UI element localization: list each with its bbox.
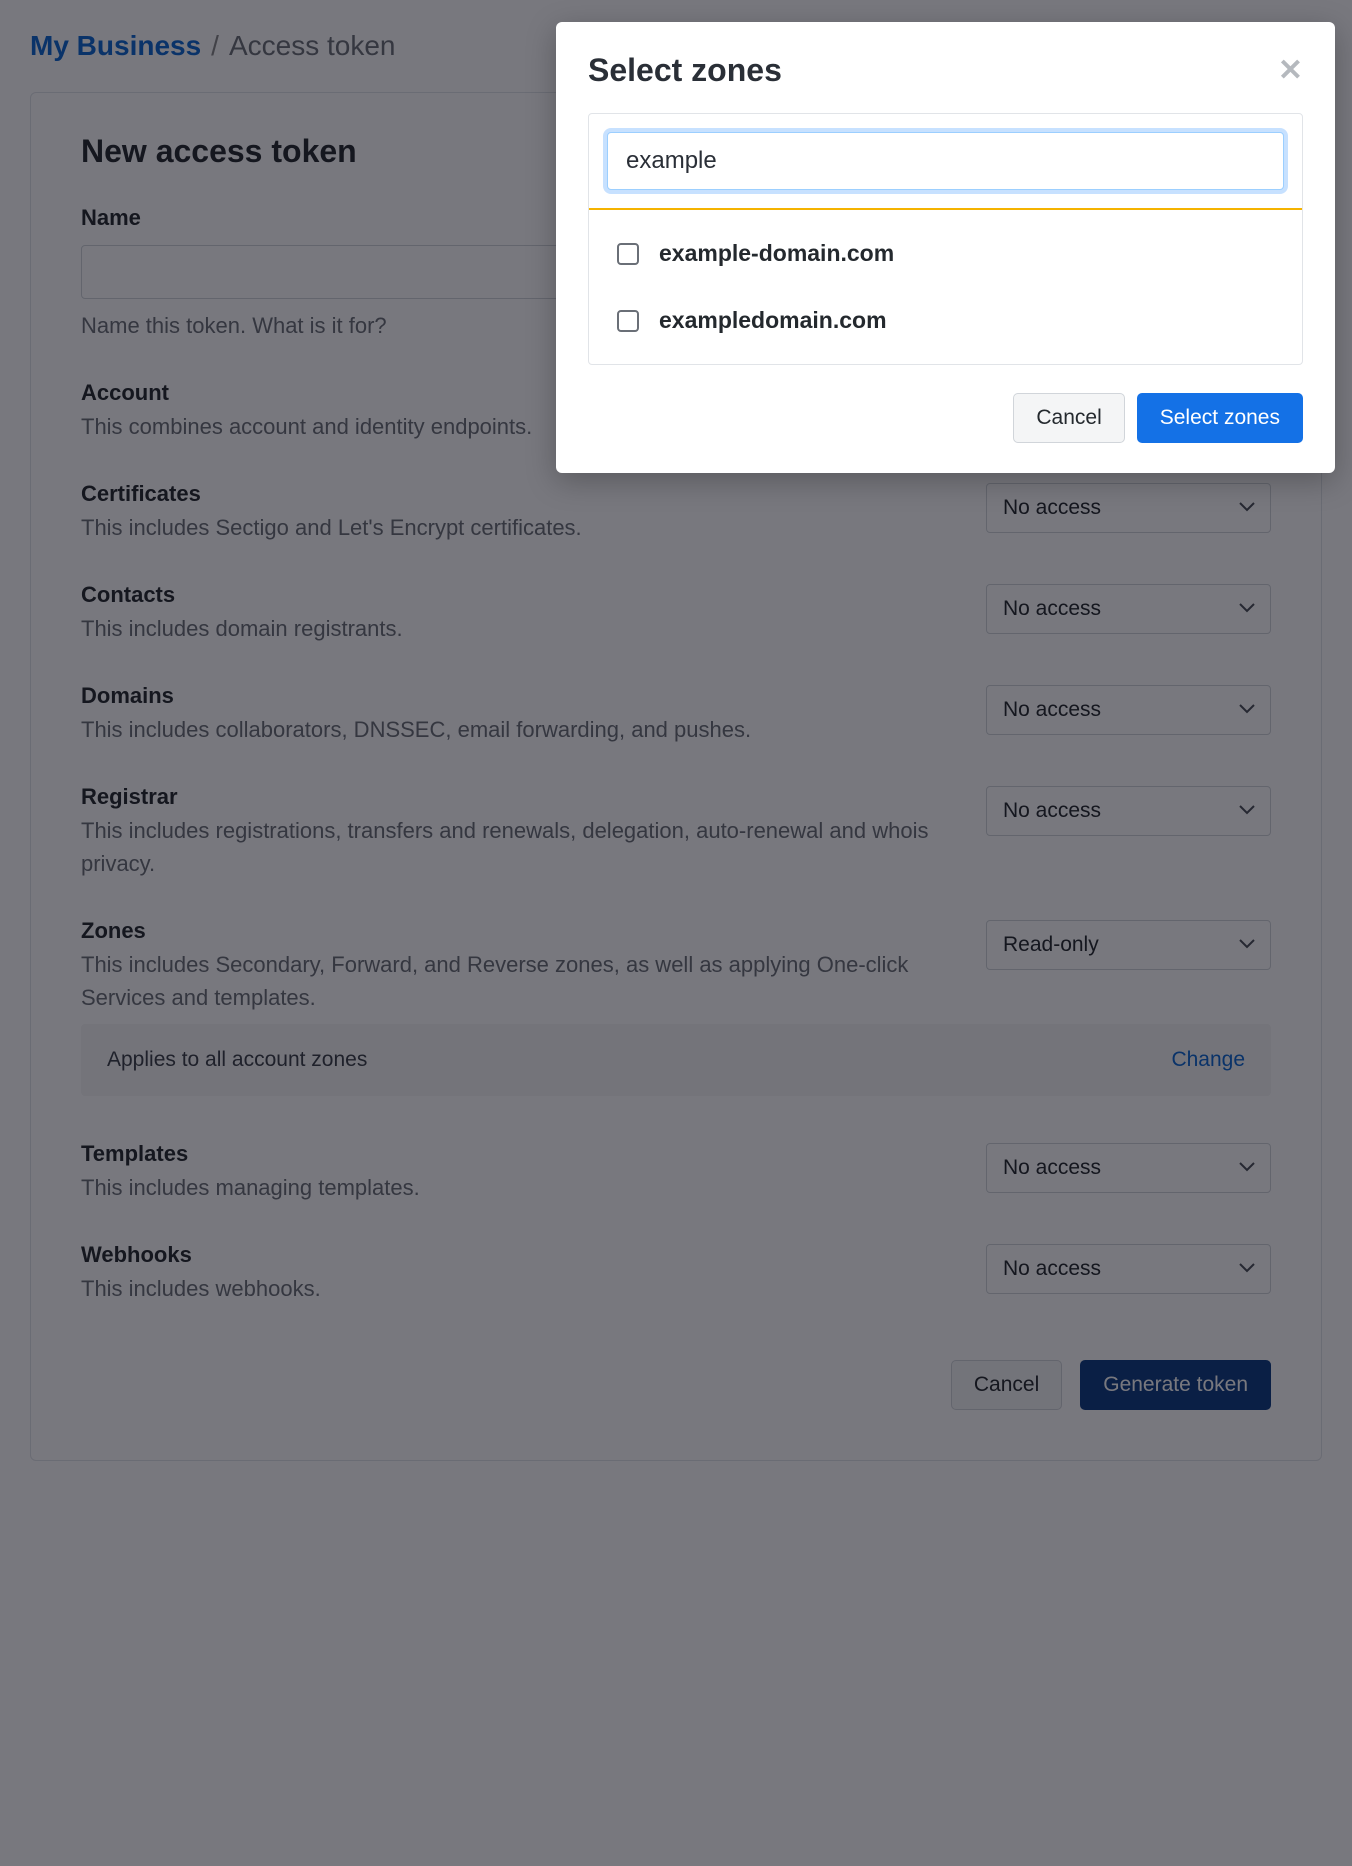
modal-cancel-button[interactable]: Cancel bbox=[1013, 393, 1124, 443]
close-icon[interactable]: ✕ bbox=[1278, 56, 1303, 86]
modal-title: Select zones bbox=[588, 52, 782, 89]
zone-item[interactable]: example-domain.com bbox=[589, 220, 1302, 287]
zone-list: example-domain.com exampledomain.com bbox=[589, 210, 1302, 364]
modal-select-zones-button[interactable]: Select zones bbox=[1137, 393, 1303, 443]
select-zones-modal: Select zones ✕ example-domain.com exampl… bbox=[556, 22, 1335, 473]
zone-label: example-domain.com bbox=[659, 240, 894, 267]
zone-item[interactable]: exampledomain.com bbox=[589, 287, 1302, 354]
zone-checkbox[interactable] bbox=[617, 243, 639, 265]
zone-search-input[interactable] bbox=[607, 132, 1284, 190]
zone-label: exampledomain.com bbox=[659, 307, 887, 334]
zone-checkbox[interactable] bbox=[617, 310, 639, 332]
